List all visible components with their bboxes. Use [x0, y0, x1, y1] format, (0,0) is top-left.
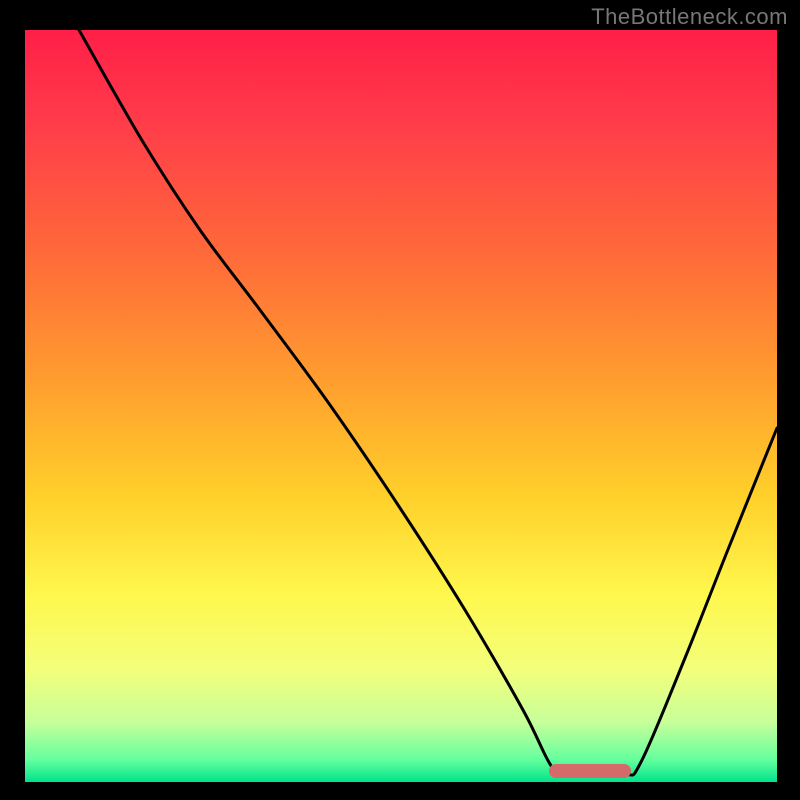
optimal-marker — [549, 764, 631, 778]
watermark-text: TheBottleneck.com — [591, 4, 788, 30]
chart-container: TheBottleneck.com — [0, 0, 800, 800]
bottleneck-curve — [25, 30, 777, 782]
plot-area — [25, 30, 777, 782]
